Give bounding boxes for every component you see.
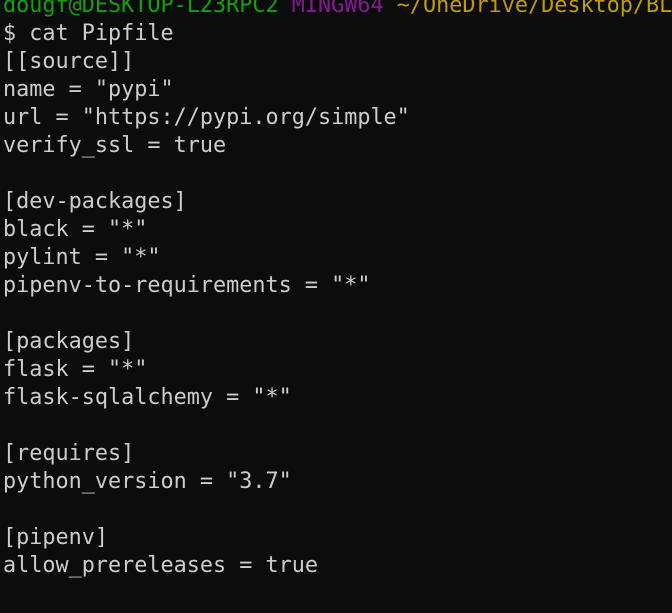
output-line: pylint = "*" (3, 245, 161, 270)
output-line: [pipenv] (3, 525, 108, 550)
prompt-path: ~/OneDrive/Desktop/BL_ (396, 0, 672, 18)
command-output: [[source]] name = "pypi" url = "https://py… (3, 48, 672, 580)
output-line: pipenv-to-requirements = "*" (3, 273, 371, 298)
output-line: [requires] (3, 441, 135, 466)
output-line: [[source]] (3, 49, 135, 74)
prompt-line: dougf@DESKTOP-L23RPC2 MINGW64 ~/OneDrive… (3, 0, 672, 20)
prompt-user-host: dougf@DESKTOP-L23RPC2 (3, 0, 279, 18)
output-line: url = "https://pypi.org/simple" (3, 105, 410, 130)
output-line: python_version = "3.7" (3, 469, 292, 494)
command-line: $ cat Pipfile (3, 21, 174, 46)
prompt-environment: MINGW64 (291, 0, 384, 18)
output-line: verify_ssl = true (3, 133, 227, 158)
output-line: black = "*" (3, 217, 148, 242)
terminal-window[interactable]: dougf@DESKTOP-L23RPC2 MINGW64 ~/OneDrive… (0, 0, 672, 613)
output-line: [dev-packages] (3, 189, 187, 214)
output-line: flask-sqlalchemy = "*" (3, 385, 292, 410)
output-line: flask = "*" (3, 357, 148, 382)
output-line: name = "pypi" (3, 77, 174, 102)
output-line: allow_prereleases = true (3, 553, 318, 578)
output-line: [packages] (3, 329, 135, 354)
